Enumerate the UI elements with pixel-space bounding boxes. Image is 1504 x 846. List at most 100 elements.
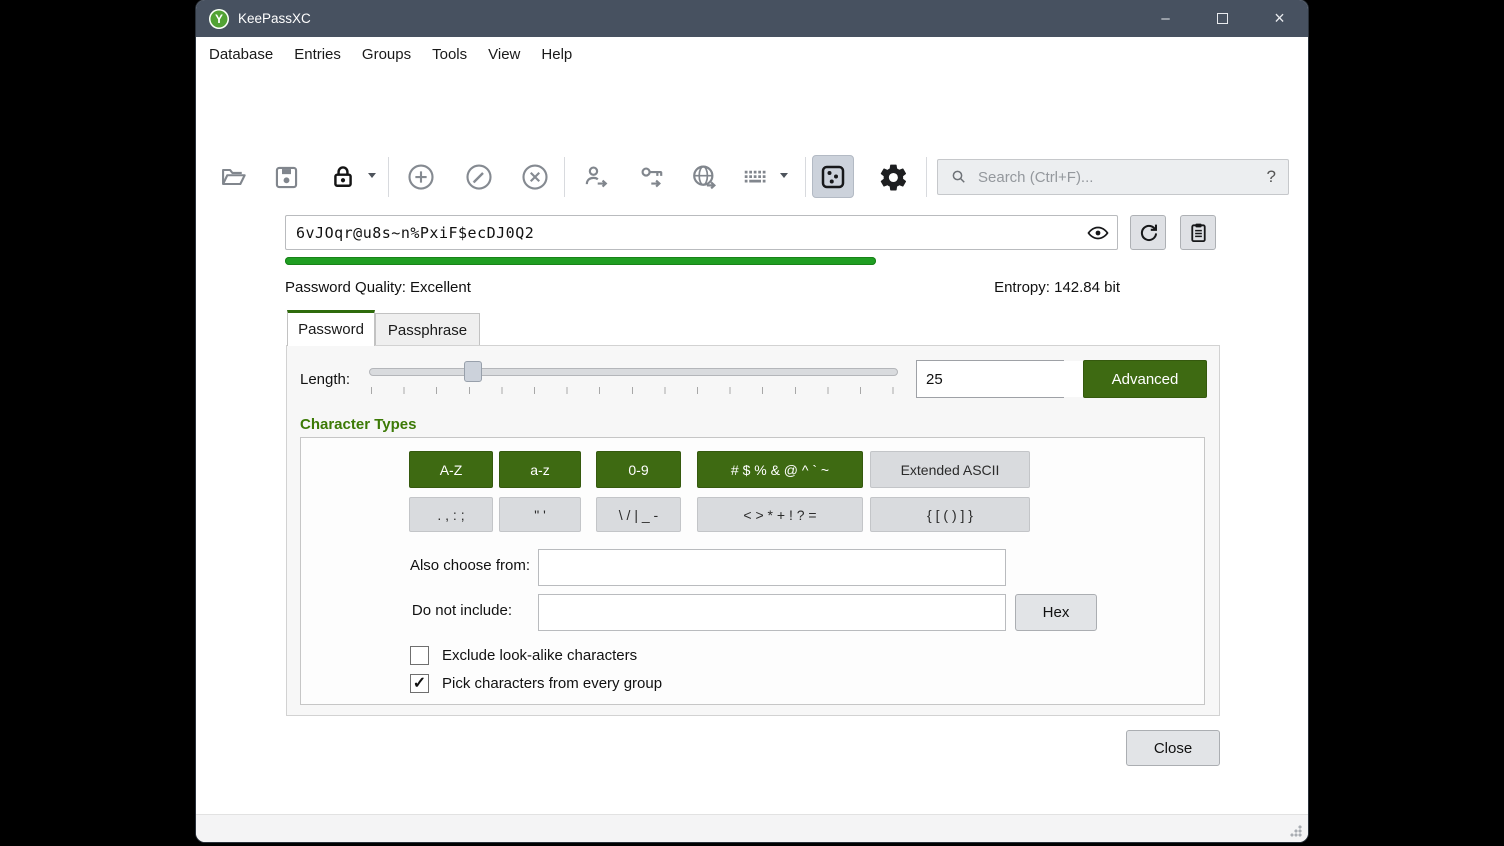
toolbar-separator bbox=[926, 157, 927, 197]
refresh-icon bbox=[1137, 221, 1160, 244]
lock-icon bbox=[329, 163, 357, 191]
tab-password[interactable]: Password bbox=[287, 310, 375, 346]
open-database-button[interactable] bbox=[215, 159, 251, 195]
gear-icon bbox=[878, 162, 909, 193]
search-box[interactable]: ? bbox=[937, 159, 1289, 195]
pencil-circle-icon bbox=[464, 162, 494, 192]
lock-database-button[interactable] bbox=[325, 159, 361, 195]
tab-passphrase[interactable]: Passphrase bbox=[375, 313, 480, 346]
charset-math-button[interactable]: < > * + ! ? = bbox=[697, 497, 863, 532]
checkmark-icon: ✓ bbox=[413, 676, 426, 692]
charset-numbers-button[interactable]: 0-9 bbox=[596, 451, 681, 488]
close-button[interactable]: Close bbox=[1126, 730, 1220, 766]
maximize-button[interactable] bbox=[1194, 0, 1251, 37]
open-folder-icon bbox=[219, 163, 247, 191]
hex-button[interactable]: Hex bbox=[1015, 594, 1097, 631]
globe-arrow-icon bbox=[690, 163, 719, 192]
window-title: KeePassXC bbox=[238, 11, 311, 26]
search-input[interactable] bbox=[978, 169, 1259, 186]
toolbar-separator bbox=[805, 157, 806, 197]
charset-dashes-button[interactable]: \ / | _ - bbox=[596, 497, 681, 532]
advanced-button[interactable]: Advanced bbox=[1083, 360, 1207, 398]
also-choose-from-field bbox=[538, 549, 1006, 586]
maximize-icon bbox=[1217, 13, 1228, 24]
open-url-button[interactable] bbox=[686, 159, 722, 195]
titlebar: Y KeePassXC – × bbox=[196, 0, 1308, 37]
entropy-label: Entropy: 142.84 bit bbox=[994, 279, 1120, 296]
length-slider-track[interactable] bbox=[369, 368, 898, 376]
add-entry-button[interactable] bbox=[403, 159, 439, 195]
exclude-lookalike-label: Exclude look-alike characters bbox=[442, 647, 637, 664]
length-slider[interactable] bbox=[369, 361, 898, 383]
generated-password-input[interactable] bbox=[285, 215, 1118, 250]
user-arrow-icon bbox=[582, 163, 611, 192]
menu-help[interactable]: Help bbox=[541, 42, 572, 67]
autotype-button[interactable] bbox=[738, 159, 774, 195]
menubar: Database Entries Groups Tools View Help bbox=[196, 37, 1308, 72]
character-types-groupbox: A-Z a-z 0-9 # $ % & @ ^ ` ~ Extended ASC… bbox=[300, 437, 1205, 705]
password-generator-panel: Length: ▲ ▼ Advanced Character Types A-Z… bbox=[286, 345, 1220, 716]
autotype-dropdown-caret-icon[interactable] bbox=[780, 173, 788, 178]
pick-every-group-label: Pick characters from every group bbox=[442, 675, 662, 692]
charset-quotes-button[interactable]: " ' bbox=[499, 497, 581, 532]
menu-tools[interactable]: Tools bbox=[432, 42, 467, 67]
toolbar-separator bbox=[388, 157, 389, 197]
charset-punctuation-button[interactable]: . , : ; bbox=[409, 497, 493, 532]
do-not-include-field bbox=[538, 594, 1006, 631]
charset-uppercase-button[interactable]: A-Z bbox=[409, 451, 493, 488]
toolbar: ? bbox=[196, 72, 1308, 138]
exclude-lookalike-checkbox[interactable] bbox=[410, 646, 429, 665]
menu-database[interactable]: Database bbox=[209, 42, 273, 67]
also-choose-from-input[interactable] bbox=[539, 550, 1005, 585]
charset-lowercase-button[interactable]: a-z bbox=[499, 451, 581, 488]
lock-dropdown-caret-icon[interactable] bbox=[368, 173, 376, 178]
do-not-include-label: Do not include: bbox=[310, 602, 512, 619]
do-not-include-input[interactable] bbox=[539, 595, 1005, 630]
copy-password-button[interactable] bbox=[634, 159, 670, 195]
eye-icon bbox=[1086, 221, 1110, 245]
menu-groups[interactable]: Groups bbox=[362, 42, 411, 67]
charset-special-button[interactable]: # $ % & @ ^ ` ~ bbox=[697, 451, 863, 488]
keyboard-icon bbox=[741, 162, 771, 192]
minimize-button[interactable]: – bbox=[1137, 0, 1194, 37]
menu-view[interactable]: View bbox=[488, 42, 520, 67]
length-slider-ticks bbox=[371, 387, 894, 394]
save-icon bbox=[273, 164, 300, 191]
edit-entry-button[interactable] bbox=[461, 159, 497, 195]
resize-grip[interactable] bbox=[1289, 824, 1303, 838]
toolbar-separator bbox=[564, 157, 565, 197]
toggle-password-visibility-button[interactable] bbox=[1086, 221, 1110, 245]
keepassxc-logo-icon: Y bbox=[209, 9, 229, 29]
password-quality-label: Password Quality: Excellent bbox=[285, 279, 471, 296]
save-database-button[interactable] bbox=[268, 159, 304, 195]
keepassxc-window: Y KeePassXC – × Database Entries Groups … bbox=[196, 0, 1308, 842]
pick-every-group-checkbox[interactable]: ✓ bbox=[410, 674, 429, 693]
key-arrow-icon bbox=[638, 163, 667, 192]
password-quality-fill bbox=[285, 257, 876, 265]
close-icon: × bbox=[1274, 8, 1285, 29]
length-slider-handle[interactable] bbox=[464, 361, 482, 382]
statusbar bbox=[196, 814, 1308, 842]
plus-circle-icon bbox=[406, 162, 436, 192]
dice-icon bbox=[818, 162, 848, 192]
charset-extended-ascii-button[interactable]: Extended ASCII bbox=[870, 451, 1030, 488]
copy-to-clipboard-button[interactable] bbox=[1180, 215, 1216, 250]
copy-username-button[interactable] bbox=[578, 159, 614, 195]
minimize-icon: – bbox=[1161, 10, 1169, 27]
generated-password-field-wrap bbox=[285, 215, 1118, 250]
charset-braces-button[interactable]: { [ ( ) ] } bbox=[870, 497, 1030, 532]
length-label: Length: bbox=[300, 371, 350, 388]
menu-entries[interactable]: Entries bbox=[294, 42, 341, 67]
close-window-button[interactable]: × bbox=[1251, 0, 1308, 37]
clipboard-icon bbox=[1187, 221, 1210, 244]
password-quality-bar bbox=[285, 257, 1118, 265]
x-circle-icon bbox=[520, 162, 550, 192]
password-generator-button[interactable] bbox=[812, 155, 854, 198]
search-help-icon[interactable]: ? bbox=[1267, 167, 1276, 187]
also-choose-from-label: Also choose from: bbox=[310, 557, 530, 574]
settings-button[interactable] bbox=[875, 159, 911, 195]
search-icon bbox=[950, 168, 968, 186]
length-spinbox: ▲ ▼ bbox=[916, 360, 1064, 398]
delete-entry-button[interactable] bbox=[517, 159, 553, 195]
regenerate-password-button[interactable] bbox=[1130, 215, 1166, 250]
